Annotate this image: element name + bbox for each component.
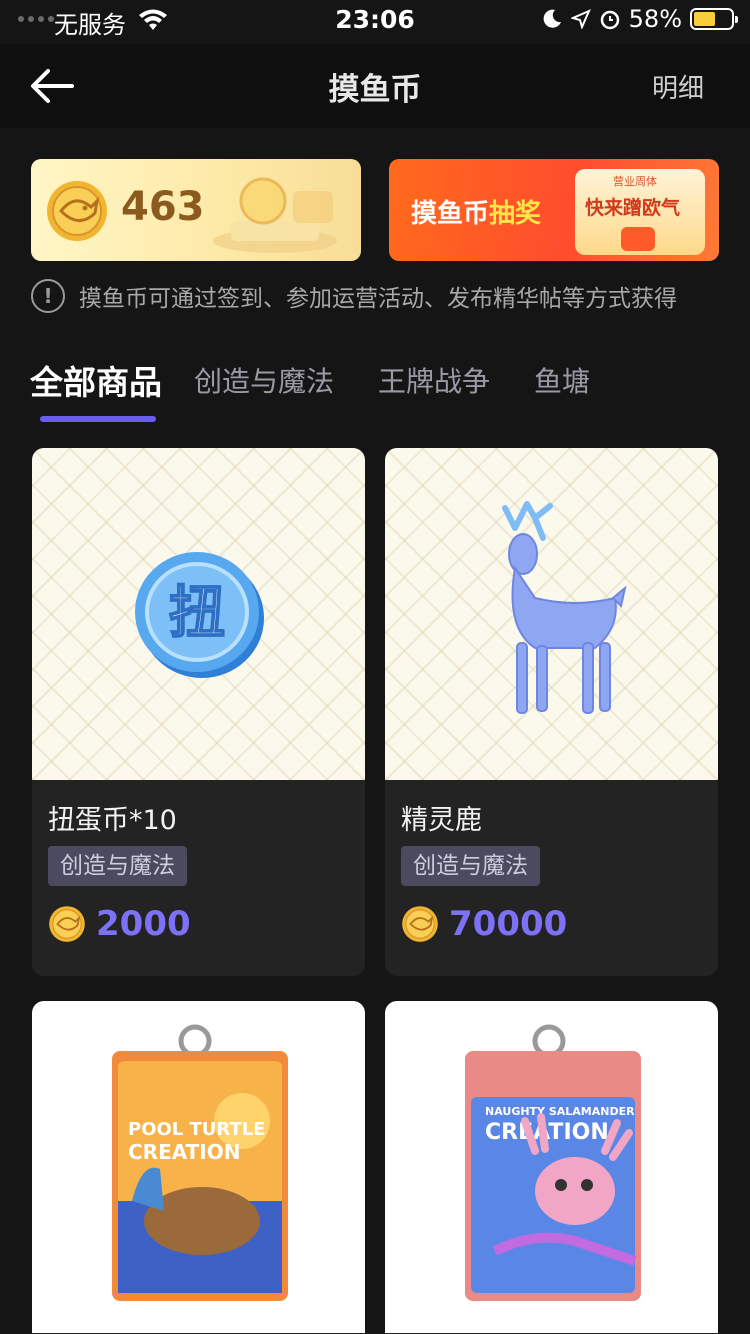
product-card[interactable]: 精灵鹿 创造与魔法 70000	[385, 448, 718, 976]
info-icon: !	[31, 279, 65, 313]
product-image	[385, 448, 718, 780]
price-value: 70000	[449, 904, 568, 944]
tab-all-products[interactable]: 全部商品	[30, 354, 162, 422]
card-holder-print: NAUGHTY SALAMANDER	[485, 1105, 635, 1118]
product-tag: 创造与魔法	[401, 846, 540, 886]
gacha-coin-glyph: 扭	[169, 581, 225, 646]
product-image: 扭	[32, 448, 365, 780]
card-holder-turtle-image: POOL TURTLE CREATION	[112, 1024, 288, 1301]
lottery-card: 营业周体 快来蹭欧气	[575, 169, 705, 255]
product-price: 2000	[48, 904, 191, 944]
fish-coin-icon	[49, 906, 85, 942]
notice-row: ! 摸鱼币可通过签到、参加运营活动、发布精华帖等方式获得	[31, 279, 677, 313]
notice-text: 摸鱼币可通过签到、参加运营活动、发布精华帖等方式获得	[79, 286, 677, 312]
tab-creation-magic[interactable]: 创造与魔法	[194, 354, 334, 400]
price-value: 2000	[96, 904, 191, 944]
gift-icon	[621, 227, 655, 251]
gacha-coin-icon: 扭	[135, 552, 264, 678]
lottery-cta: 快来蹭欧气	[585, 197, 681, 219]
product-card[interactable]: 扭 扭蛋币*10 创造与魔法 2000	[32, 448, 365, 976]
lottery-title: 摸鱼币抽奖	[411, 199, 542, 229]
tab-ace-war[interactable]: 王牌战争	[378, 354, 490, 400]
spirit-deer-image	[502, 501, 627, 714]
product-image: NAUGHTY SALAMANDER CREATION	[385, 1001, 718, 1333]
status-bar: 无服务 23:06 58%	[0, 0, 750, 40]
product-card[interactable]: NAUGHTY SALAMANDER CREATION	[385, 1001, 718, 1334]
battery-percent: 58%	[628, 5, 682, 33]
moon-icon	[543, 9, 561, 28]
detail-link[interactable]: 明细	[652, 68, 704, 105]
treasure-stage-icon	[213, 177, 337, 253]
alarm-icon	[600, 10, 619, 30]
fish-coin-icon	[47, 181, 107, 241]
card-holder-print: POOL TURTLE	[128, 1119, 266, 1140]
product-image: POOL TURTLE CREATION	[32, 1001, 365, 1333]
coin-balance: 463	[121, 184, 205, 230]
fish-coin-icon	[402, 906, 438, 942]
card-holder-print: CREATION	[128, 1140, 241, 1164]
product-card[interactable]: POOL TURTLE CREATION	[32, 1001, 365, 1334]
coin-balance-card[interactable]: 463	[31, 159, 361, 261]
product-tag: 创造与魔法	[48, 846, 187, 886]
lottery-banner[interactable]: 摸鱼币抽奖 营业周体 快来蹭欧气	[389, 159, 719, 261]
battery-icon	[690, 8, 738, 30]
category-tabs: 全部商品 创造与魔法 王牌战争 鱼塘	[30, 354, 634, 428]
product-name: 扭蛋币*10	[48, 805, 177, 836]
page-title: 摸鱼币	[328, 72, 422, 108]
nav-bar: 摸鱼币 明细	[0, 44, 750, 128]
product-price: 70000	[401, 904, 567, 944]
tab-fish-pond[interactable]: 鱼塘	[534, 354, 590, 400]
location-icon	[570, 9, 591, 29]
product-name: 精灵鹿	[401, 805, 482, 836]
card-holder-salamander-image: NAUGHTY SALAMANDER CREATION	[465, 1024, 641, 1301]
